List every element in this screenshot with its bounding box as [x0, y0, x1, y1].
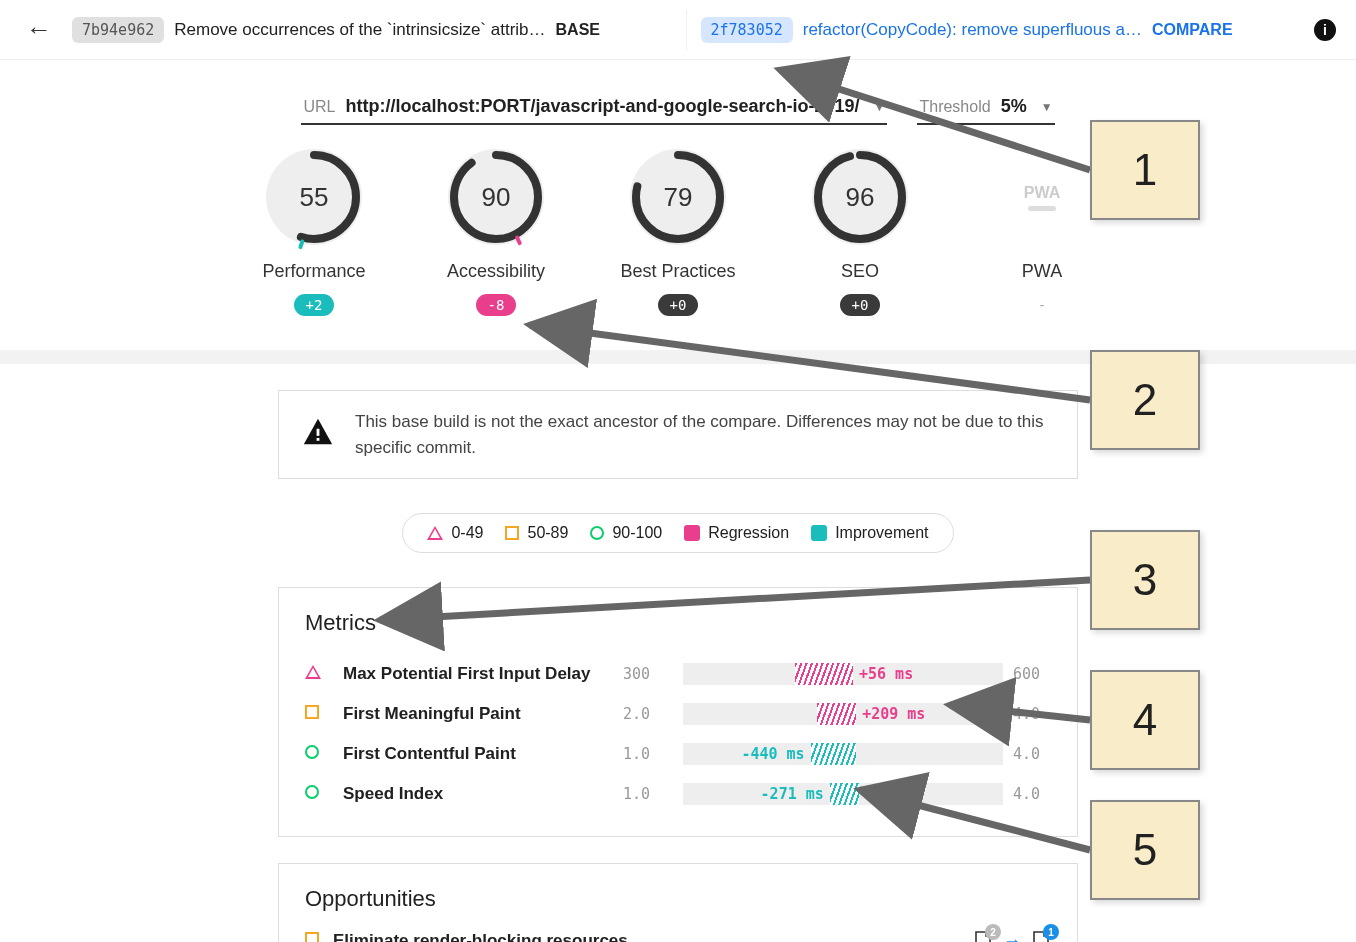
svg-line-11 [530, 325, 1090, 400]
svg-line-10 [780, 70, 1090, 170]
svg-line-12 [380, 580, 1090, 620]
svg-line-13 [950, 705, 1090, 720]
svg-line-14 [860, 790, 1090, 850]
